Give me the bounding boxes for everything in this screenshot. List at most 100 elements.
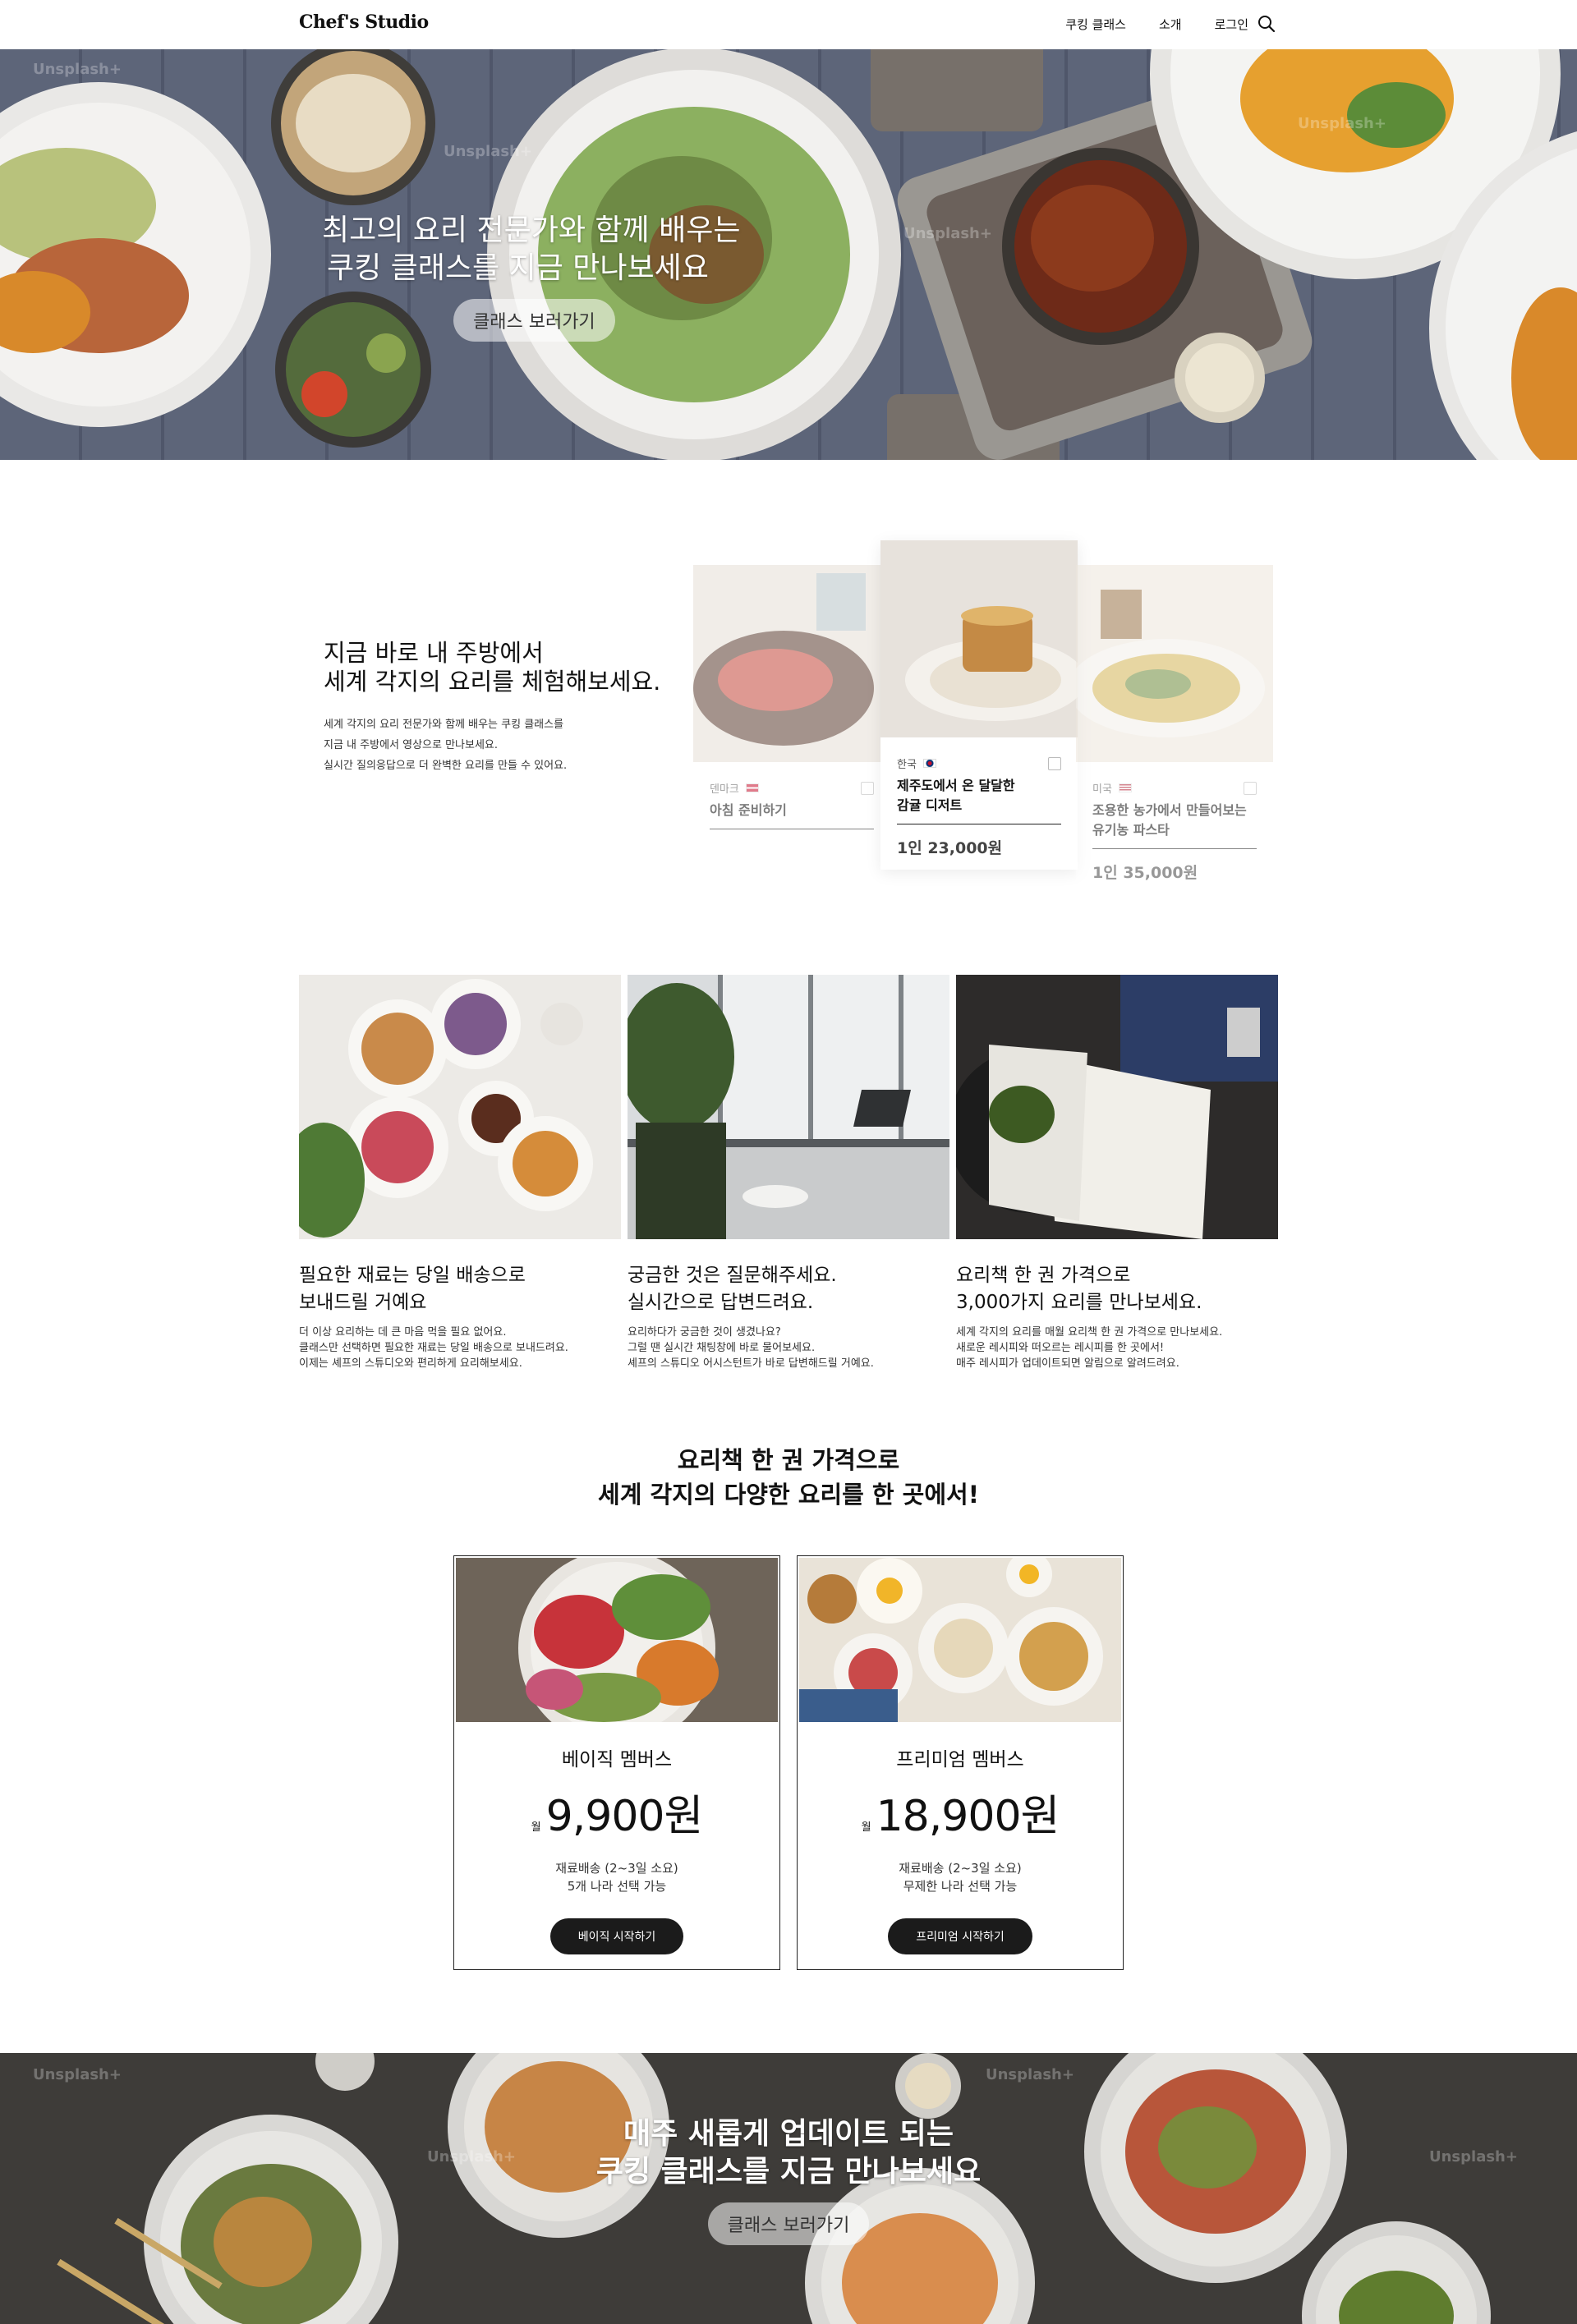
bookmark-icon[interactable] [861, 781, 874, 795]
start-basic-button[interactable]: 베이직 시작하기 [549, 1918, 684, 1954]
feature-title-line: 실시간으로 답변드려요. [628, 1292, 814, 1313]
class-title-line: 유기농 파스타 [1092, 822, 1170, 838]
plan-feature: 무제한 나라 선택 가능 [903, 1879, 1018, 1894]
feature-desc-line: 셰프의 스튜디오 어시스턴트가 바로 답변해드릴 거예요. [628, 1357, 874, 1370]
site-logo[interactable]: Chef's Studio [299, 11, 429, 33]
feature-desc-line: 이제는 셰프의 스튜디오와 편리하게 요리해보세요. [299, 1357, 522, 1370]
feature-title: 요리책 한 권 가격으로 3,000가지 요리를 만나보세요. [956, 1262, 1278, 1316]
feature-desc-line: 매주 레시피가 업데이트되면 알림으로 알려드려요. [956, 1357, 1179, 1370]
flag-icon [1118, 783, 1132, 792]
class-title: 아침 준비하기 [693, 796, 890, 829]
feature-desc-line: 더 이상 요리하는 데 큰 마음 먹을 필요 없어요. [299, 1326, 507, 1339]
plan-feature: 5개 나라 선택 가능 [567, 1879, 667, 1894]
intro-desc-line: 지금 내 주방에서 영상으로 만나보세요. [324, 739, 499, 751]
plan-price: 월 9,900원 [456, 1781, 778, 1843]
hero-banner: Unsplash+ Unsplash+ Unsplash+ Unsplash+ … [0, 49, 1577, 460]
class-country: 한국 [897, 759, 917, 771]
hero-title-line-2: 쿠킹 클래스를 지금 만나보세요 [327, 251, 709, 285]
hero-food-photo [0, 49, 1577, 460]
plan-price: 월 18,900원 [799, 1781, 1121, 1843]
class-meta: 한국 [880, 741, 1078, 771]
bookmark-icon[interactable] [1048, 756, 1061, 770]
flag-icon [922, 759, 936, 768]
watermark: Unsplash+ [986, 2066, 1074, 2083]
feature-desc-line: 클래스만 선택하면 필요한 재료는 당일 배송으로 보내드려요. [299, 1342, 568, 1354]
class-title: 조용한 농가에서 만들어보는 유기농 파스타 [1076, 796, 1273, 848]
nav-about[interactable]: 소개 [1159, 16, 1182, 33]
pricing-title-line: 요리책 한 권 가격으로 [677, 1446, 900, 1474]
intro-title: 지금 바로 내 주방에서 세계 각지의 요리를 체험해보세요. [324, 639, 669, 696]
watermark: Unsplash+ [1298, 115, 1386, 132]
class-price: 1인 35,000원 [1092, 864, 1198, 882]
plan-name: 프리미엄 멤버스 [896, 1749, 1024, 1771]
price-unit: 월 [861, 1821, 871, 1834]
view-classes-button[interactable]: 클래스 보러가기 [707, 2202, 870, 2245]
banner-content: 매주 새롭게 업데이트 되는 쿠킹 클래스를 지금 만나보세요 클래스 보러가기 [0, 2115, 1577, 2245]
hero-title-line-1: 최고의 요리 전문가와 함께 배우는 [322, 214, 741, 247]
plan-basic: 베이직 멤버스 월 9,900원 재료배송 (2~3일 소요) 5개 나라 선택… [453, 1550, 780, 1970]
hero-content: 최고의 요리 전문가와 함께 배우는 쿠킹 클래스를 지금 만나보세요 클래스 … [322, 212, 740, 342]
class-thumbnail [693, 565, 890, 762]
flag-icon [745, 783, 759, 792]
feature-description: 더 이상 요리하는 데 큰 마음 먹을 필요 없어요. 클래스만 선택하면 필요… [299, 1325, 621, 1371]
class-card[interactable]: 미국 조용한 농가에서 만들어보는 유기농 파스타 1인 35,000원 [1068, 565, 1273, 894]
feature-description: 요리하다가 궁금한 것이 생겼나요? 그럴 땐 실시간 채팅창에 바로 물어보세… [628, 1325, 949, 1371]
feature-title-line: 궁금한 것은 질문해주세요. [628, 1265, 837, 1286]
class-title: 제주도에서 온 달달한 감귤 디저트 [880, 771, 1078, 824]
class-title-line: 감귤 디저트 [897, 797, 963, 813]
class-title-line: 아침 준비하기 [710, 802, 787, 818]
class-title-line: 조용한 농가에서 만들어보는 [1092, 802, 1247, 818]
class-meta: 덴마크 [693, 765, 890, 796]
feature-image [619, 975, 949, 1239]
class-country: 덴마크 [710, 783, 739, 796]
feature-delivery: 필요한 재료는 당일 배송으로 보내드릴 거예요 더 이상 요리하는 데 큰 마… [283, 975, 621, 1371]
bookmark-icon[interactable] [1244, 781, 1257, 795]
feature-desc-line: 그럴 땐 실시간 채팅창에 바로 물어보세요. [628, 1342, 816, 1354]
class-card[interactable]: 덴마크 아침 준비하기 [693, 565, 890, 829]
main-nav: 쿠킹 클래스 소개 로그인 [1032, 14, 1276, 34]
intro-desc-line: 세계 각지의 요리 전문가와 함께 배우는 쿠킹 클래스를 [324, 719, 564, 731]
price-amount: 18,900원 [876, 1792, 1060, 1841]
plan-premium: 프리미엄 멤버스 월 18,900원 재료배송 (2~3일 소요) 무제한 나라… [797, 1551, 1124, 1970]
features-section: 필요한 재료는 당일 배송으로 보내드릴 거예요 더 이상 요리하는 데 큰 마… [283, 975, 1278, 1371]
feature-desc-line: 세계 각지의 요리를 매월 요리책 한 권 가격으로 만나보세요. [956, 1326, 1223, 1339]
intro-title-line-2: 세계 각지의 요리를 체험해보세요. [324, 668, 661, 696]
watermark: Unsplash+ [33, 61, 122, 78]
class-title-line: 제주도에서 온 달달한 [897, 778, 1015, 793]
feature-title-line: 보내드릴 거예요 [299, 1292, 427, 1313]
feature-title-line: 3,000가지 요리를 만나보세요. [956, 1292, 1202, 1313]
plan-feature: 재료배송 (2~3일 소요) [899, 1861, 1022, 1876]
class-card[interactable]: 한국 제주도에서 온 달달한 감귤 디저트 1인 23,000원 [880, 540, 1086, 870]
feature-description: 세계 각지의 요리를 매월 요리책 한 권 가격으로 만나보세요. 새로운 레시… [956, 1325, 1278, 1371]
feature-image [283, 975, 621, 1239]
hero-title: 최고의 요리 전문가와 함께 배우는 쿠킹 클래스를 지금 만나보세요 [322, 212, 740, 287]
watermark: Unsplash+ [33, 2066, 122, 2083]
class-carousel: 덴마크 아침 준비하기 한국 제주도에서 온 달달한 감귤 디저트 1인 23,… [693, 540, 1273, 894]
pricing-plans: 베이직 멤버스 월 9,900원 재료배송 (2~3일 소요) 5개 나라 선택… [453, 1550, 1140, 1970]
nav-cooking-class[interactable]: 쿠킹 클래스 [1065, 16, 1126, 33]
class-thumbnail [880, 540, 1086, 737]
feature-chat: 궁금한 것은 질문해주세요. 실시간으로 답변드려요. 요리하다가 궁금한 것이… [619, 975, 949, 1371]
plan-name: 베이직 멤버스 [561, 1749, 673, 1771]
class-country: 미국 [1092, 783, 1112, 796]
feature-image [948, 975, 1278, 1239]
class-thumbnail [1068, 565, 1273, 762]
plan-features: 재료배송 (2~3일 소요) 5개 나라 선택 가능 [456, 1859, 778, 1895]
price-unit: 월 [531, 1821, 541, 1834]
feature-desc-line: 새로운 레시피와 떠오르는 레시피를 한 곳에서! [956, 1342, 1165, 1354]
site-header: Chef's Studio 쿠킹 클래스 소개 로그인 [0, 0, 1577, 49]
search-icon[interactable] [1257, 14, 1276, 34]
feature-title: 궁금한 것은 질문해주세요. 실시간으로 답변드려요. [628, 1262, 949, 1316]
intro-title-line-1: 지금 바로 내 주방에서 [324, 639, 544, 667]
feature-title-line: 필요한 재료는 당일 배송으로 [299, 1265, 526, 1286]
intro-description: 세계 각지의 요리 전문가와 함께 배우는 쿠킹 클래스를 지금 내 주방에서 … [324, 714, 669, 776]
class-price: 1인 23,000원 [897, 839, 1003, 857]
plan-features: 재료배송 (2~3일 소요) 무제한 나라 선택 가능 [799, 1859, 1121, 1895]
nav-login[interactable]: 로그인 [1215, 16, 1248, 33]
watermark: Unsplash+ [444, 143, 532, 160]
banner-title-line: 매주 새롭게 업데이트 되는 [623, 2117, 954, 2151]
start-premium-button[interactable]: 프리미엄 시작하기 [888, 1918, 1032, 1954]
bottom-banner: Unsplash+ Unsplash+ Unsplash+ Unsplash+ … [0, 2053, 1577, 2324]
view-classes-button[interactable]: 클래스 보러가기 [453, 299, 615, 342]
price-amount: 9,900원 [545, 1792, 704, 1841]
